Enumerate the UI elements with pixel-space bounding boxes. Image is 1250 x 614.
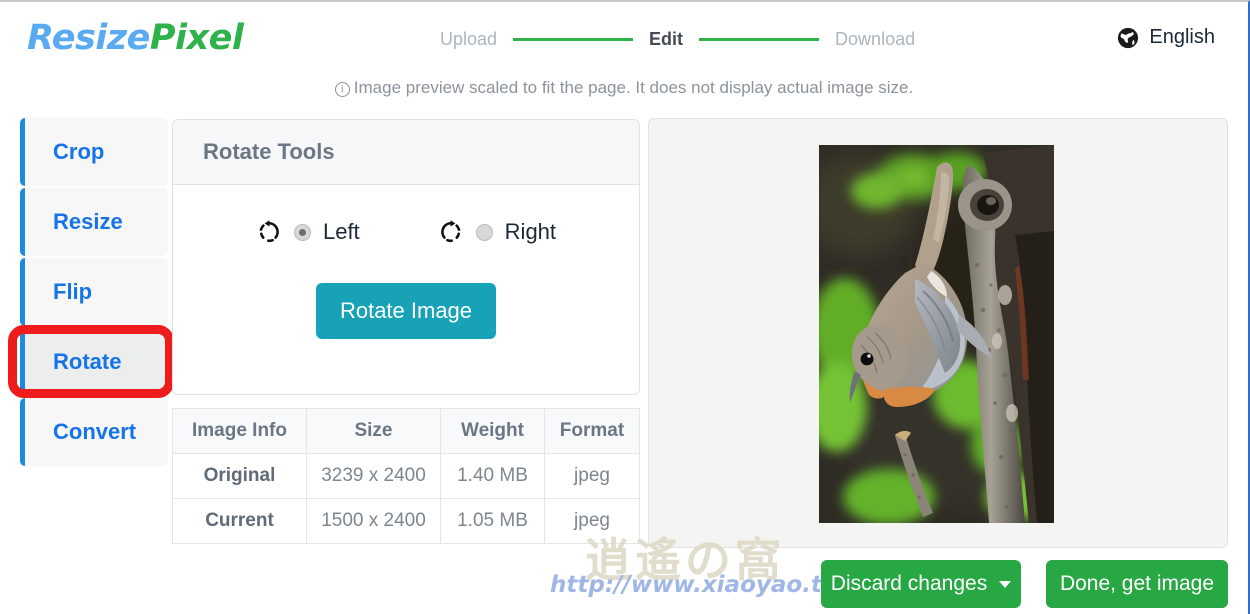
column-header-weight: Weight xyxy=(440,408,545,454)
progress-steps: Upload Edit Download xyxy=(440,29,915,50)
done-get-image-button[interactable]: Done, get image xyxy=(1046,560,1228,608)
panel-title: Rotate Tools xyxy=(173,120,639,185)
watermark-url-text: http://www.xiaoyao.tw/ xyxy=(550,572,852,598)
sidebar-item-rotate[interactable]: Rotate xyxy=(20,328,168,396)
sidebar-item-convert[interactable]: Convert xyxy=(20,398,168,466)
step-download[interactable]: Download xyxy=(835,29,915,50)
preview-notice-text: Image preview scaled to fit the page. It… xyxy=(353,78,914,97)
preview-notice: i Image preview scaled to fit the page. I… xyxy=(0,78,1248,98)
globe-icon xyxy=(1117,27,1139,49)
rotate-left-icon xyxy=(256,219,282,245)
page-frame: ResizePixel Upload Edit Download English… xyxy=(0,0,1250,614)
sidebar-item-label: Crop xyxy=(53,139,105,164)
sidebar-item-label: Convert xyxy=(53,419,137,444)
rotate-right-icon xyxy=(438,219,464,245)
sidebar: Crop Resize Flip Rotate Convert xyxy=(20,118,168,468)
step-connector-1 xyxy=(513,38,634,41)
discard-changes-button[interactable]: Discard changes xyxy=(821,560,1021,608)
image-preview-area xyxy=(648,118,1228,548)
logo-text-primary: Resize xyxy=(27,18,150,58)
sidebar-item-crop[interactable]: Crop xyxy=(20,118,168,186)
column-header-format: Format xyxy=(544,408,640,454)
sidebar-item-label: Rotate xyxy=(53,349,122,374)
cell-original-size: 3239 x 2400 xyxy=(306,453,441,499)
step-upload[interactable]: Upload xyxy=(440,29,497,50)
column-header-info: Image Info xyxy=(172,408,307,454)
column-header-size: Size xyxy=(306,408,441,454)
sidebar-item-label: Flip xyxy=(53,279,93,304)
rotate-right-option[interactable]: Right xyxy=(438,219,556,245)
language-selector[interactable]: English xyxy=(1117,26,1215,49)
rotate-left-radio[interactable] xyxy=(293,223,311,241)
image-info-table: Image Info Size Weight Format Original 3… xyxy=(172,408,640,544)
cell-original-weight: 1.40 MB xyxy=(440,453,545,499)
app-logo[interactable]: ResizePixel xyxy=(27,18,244,58)
panel-body: Left Right Rotate Image xyxy=(173,185,639,339)
table-header-row: Image Info Size Weight Format xyxy=(172,408,640,454)
language-label: English xyxy=(1149,26,1215,48)
discard-changes-label: Discard changes xyxy=(830,572,988,595)
info-circle-icon: i xyxy=(334,82,350,97)
logo-text-secondary: Pixel xyxy=(149,18,244,58)
step-edit[interactable]: Edit xyxy=(649,29,683,50)
cell-current-size: 1500 x 2400 xyxy=(306,498,441,544)
row-label-original: Original xyxy=(172,453,307,499)
rotate-right-label: Right xyxy=(504,219,557,244)
table-row: Current 1500 x 2400 1.05 MB jpeg xyxy=(172,498,640,544)
step-connector-2 xyxy=(699,38,820,41)
sidebar-item-flip[interactable]: Flip xyxy=(20,258,168,326)
row-label-current: Current xyxy=(172,498,307,544)
sidebar-item-resize[interactable]: Resize xyxy=(20,188,168,256)
sidebar-item-label: Resize xyxy=(53,209,123,234)
rotate-left-label: Left xyxy=(322,219,360,244)
rotate-direction-group: Left Right xyxy=(173,209,639,255)
rotate-right-radio[interactable] xyxy=(475,223,493,241)
chevron-down-icon xyxy=(999,580,1012,588)
table-row: Original 3239 x 2400 1.40 MB jpeg xyxy=(172,453,640,499)
rotate-tools-panel: Rotate Tools Left Right Rotate Image xyxy=(172,119,640,395)
rotate-left-option[interactable]: Left xyxy=(256,219,360,245)
cell-current-weight: 1.05 MB xyxy=(440,498,545,544)
preview-photo xyxy=(819,145,1054,523)
cell-original-format: jpeg xyxy=(544,453,640,499)
header: ResizePixel Upload Edit Download English xyxy=(0,4,1248,72)
cell-current-format: jpeg xyxy=(544,498,640,544)
rotate-image-button[interactable]: Rotate Image xyxy=(315,283,497,339)
